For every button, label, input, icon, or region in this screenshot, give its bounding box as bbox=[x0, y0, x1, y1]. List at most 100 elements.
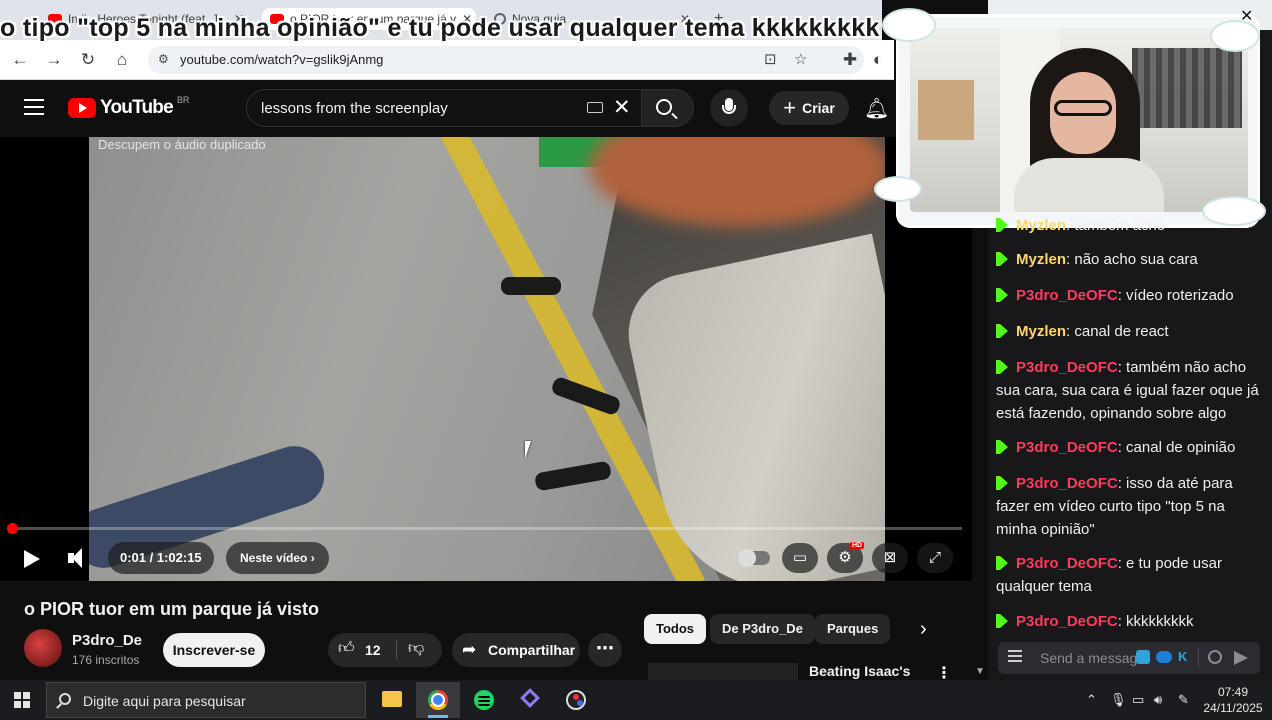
keyboard-icon[interactable] bbox=[587, 102, 603, 113]
extensions-icon[interactable]: ✚ bbox=[838, 48, 862, 72]
theater-mode-icon[interactable]: ⊠ bbox=[872, 543, 908, 573]
emote-icon[interactable] bbox=[1136, 650, 1150, 664]
reload-icon[interactable]: ↻ bbox=[76, 48, 100, 72]
channel-avatar[interactable] bbox=[24, 629, 62, 667]
kick-badge-icon bbox=[996, 440, 1010, 454]
home-icon[interactable]: ⌂ bbox=[110, 48, 134, 72]
share-arrow-icon: ➦ bbox=[462, 640, 477, 659]
recommendation-thumbnail[interactable] bbox=[648, 663, 798, 680]
chip-parks[interactable]: Parques bbox=[815, 614, 891, 644]
spotify-icon bbox=[474, 690, 494, 710]
create-button[interactable]: + Criar bbox=[769, 91, 849, 125]
progress-scrubber[interactable] bbox=[7, 523, 18, 534]
volume-icon[interactable] bbox=[68, 547, 90, 569]
shelf-rack bbox=[1132, 48, 1242, 128]
chat-message: P3dro_DeOFC: kkkkkkkkk bbox=[996, 610, 1262, 633]
obs-button[interactable] bbox=[554, 682, 598, 718]
chat-username[interactable]: P3dro_DeOFC bbox=[1016, 439, 1118, 456]
spotify-button[interactable] bbox=[462, 682, 506, 718]
clear-search-icon[interactable]: ✕ bbox=[613, 95, 631, 120]
sandal bbox=[534, 460, 612, 492]
chat-username[interactable]: Myzlen bbox=[1016, 217, 1066, 234]
recommendation-title[interactable]: Beating Isaac's bbox=[809, 663, 910, 679]
autoplay-toggle[interactable] bbox=[738, 549, 770, 567]
like-thumb-icon[interactable]: 👍︎ bbox=[338, 639, 355, 658]
chat-username[interactable]: Myzlen bbox=[1016, 323, 1066, 340]
chapters-button[interactable]: Neste vídeo › bbox=[226, 542, 329, 574]
chat-username[interactable]: P3dro_DeOFC bbox=[1016, 613, 1118, 630]
mic-icon-base bbox=[722, 105, 736, 114]
progress-bar[interactable] bbox=[7, 523, 962, 534]
cardboard-box bbox=[918, 80, 974, 140]
subtitles-icon[interactable]: ▭ bbox=[782, 543, 818, 573]
send-icon[interactable] bbox=[1234, 651, 1248, 665]
forward-arrow-icon[interactable]: → bbox=[42, 48, 66, 72]
chevron-up-icon[interactable]: ⌃ bbox=[1086, 692, 1097, 708]
subscribe-button[interactable]: Inscrever-se bbox=[163, 633, 265, 667]
hd-badge: HD bbox=[850, 542, 865, 549]
chat-text: : canal de react bbox=[1066, 323, 1169, 340]
streamer-shirt bbox=[1014, 158, 1164, 212]
install-app-icon[interactable]: ⊡ bbox=[764, 50, 777, 68]
voice-search-button[interactable] bbox=[710, 89, 748, 127]
chat-message: P3dro_DeOFC: e tu pode usar qualquer tem… bbox=[996, 552, 1262, 598]
subscriber-count: 176 inscritos bbox=[72, 653, 140, 667]
emote-icon[interactable]: K bbox=[1178, 649, 1187, 664]
chat-username[interactable]: P3dro_DeOFC bbox=[1016, 555, 1118, 572]
recommendation-menu-icon[interactable]: ⋮ bbox=[936, 663, 952, 680]
globe-icon[interactable] bbox=[1208, 650, 1222, 664]
menu-icon[interactable] bbox=[24, 99, 44, 115]
network-icon[interactable]: ▭ bbox=[1132, 692, 1144, 708]
search-query: lessons from the screenplay bbox=[261, 100, 448, 117]
windows-start-icon[interactable] bbox=[14, 692, 30, 708]
chip-all[interactable]: Todos bbox=[644, 614, 707, 644]
microphone-icon[interactable]: 🎙︎ bbox=[1110, 692, 1127, 708]
chat-message: P3dro_DeOFC: também não acho sua cara, s… bbox=[996, 356, 1262, 425]
chat-username[interactable]: Myzlen bbox=[1016, 251, 1066, 268]
chat-message: Myzlen: também acho bbox=[996, 214, 1262, 237]
taskbar-search-input[interactable]: Digite aqui para pesquisar bbox=[46, 682, 366, 718]
cloud-decoration bbox=[1212, 22, 1258, 50]
file-explorer-button[interactable] bbox=[370, 682, 414, 718]
youtube-header: YouTube BR lessons from the screenplay ✕… bbox=[0, 81, 988, 137]
close-icon[interactable]: ✕ bbox=[1240, 6, 1253, 26]
webcam-feed bbox=[910, 28, 1248, 212]
search-input[interactable]: lessons from the screenplay ✕ bbox=[246, 89, 642, 127]
chat-username[interactable]: P3dro_DeOFC bbox=[1016, 287, 1118, 304]
play-button[interactable] bbox=[24, 550, 40, 568]
kick-badge-icon bbox=[996, 476, 1010, 490]
chat-message: P3dro_DeOFC: vídeo roterizado bbox=[996, 284, 1262, 307]
share-button[interactable]: ➦ Compartilhar bbox=[452, 633, 580, 667]
taskbar-search-placeholder: Digite aqui para pesquisar bbox=[83, 693, 246, 709]
back-arrow-icon[interactable]: ← bbox=[8, 48, 32, 72]
chat-username[interactable]: P3dro_DeOFC bbox=[1016, 475, 1118, 492]
chat-input[interactable]: Send a message K bbox=[998, 642, 1260, 674]
youtube-logo[interactable]: YouTube BR bbox=[68, 95, 189, 119]
dislike-thumb-icon[interactable]: 👎︎ bbox=[408, 639, 424, 658]
pen-icon[interactable]: ✎ bbox=[1178, 692, 1189, 708]
system-clock[interactable]: 07:49 24/11/2025 bbox=[1200, 684, 1266, 716]
video-frame[interactable] bbox=[89, 137, 885, 581]
app-button[interactable] bbox=[508, 682, 552, 718]
chevron-right-icon[interactable]: › bbox=[920, 618, 927, 641]
chrome-button[interactable] bbox=[416, 682, 460, 718]
chip-from-channel[interactable]: De P3dro_De bbox=[710, 614, 815, 644]
speaker-icon[interactable]: 🔊︎ bbox=[1154, 692, 1162, 708]
bookmark-star-icon[interactable]: ☆ bbox=[794, 50, 807, 68]
emote-icon[interactable] bbox=[1156, 651, 1172, 663]
cloud-decoration bbox=[884, 10, 934, 40]
video-player[interactable]: Descupem o áudio duplicado 0:01 / 1:02:1… bbox=[0, 137, 972, 581]
chat-username[interactable]: P3dro_DeOFC bbox=[1016, 359, 1118, 376]
site-settings-icon[interactable]: ⚙ bbox=[158, 52, 169, 66]
search-button[interactable] bbox=[642, 89, 694, 127]
more-actions-icon[interactable]: ⋯ bbox=[588, 633, 622, 667]
create-label: Criar bbox=[802, 100, 835, 116]
fullscreen-icon[interactable]: ⤢ bbox=[917, 543, 953, 573]
profile-icon[interactable]: ◐ bbox=[866, 48, 890, 72]
chat-text: : kkkkkkkkk bbox=[1117, 613, 1194, 630]
channel-name[interactable]: P3dro_De bbox=[72, 632, 142, 649]
notifications-bell-icon[interactable]: 🔔︎ bbox=[864, 96, 889, 121]
scroll-down-icon[interactable]: ▼ bbox=[975, 666, 985, 677]
chat-menu-icon[interactable] bbox=[1008, 650, 1022, 664]
url-field[interactable]: ⚙ youtube.com/watch?v=gslik9jAnmg ⊡ ☆ bbox=[148, 46, 864, 74]
